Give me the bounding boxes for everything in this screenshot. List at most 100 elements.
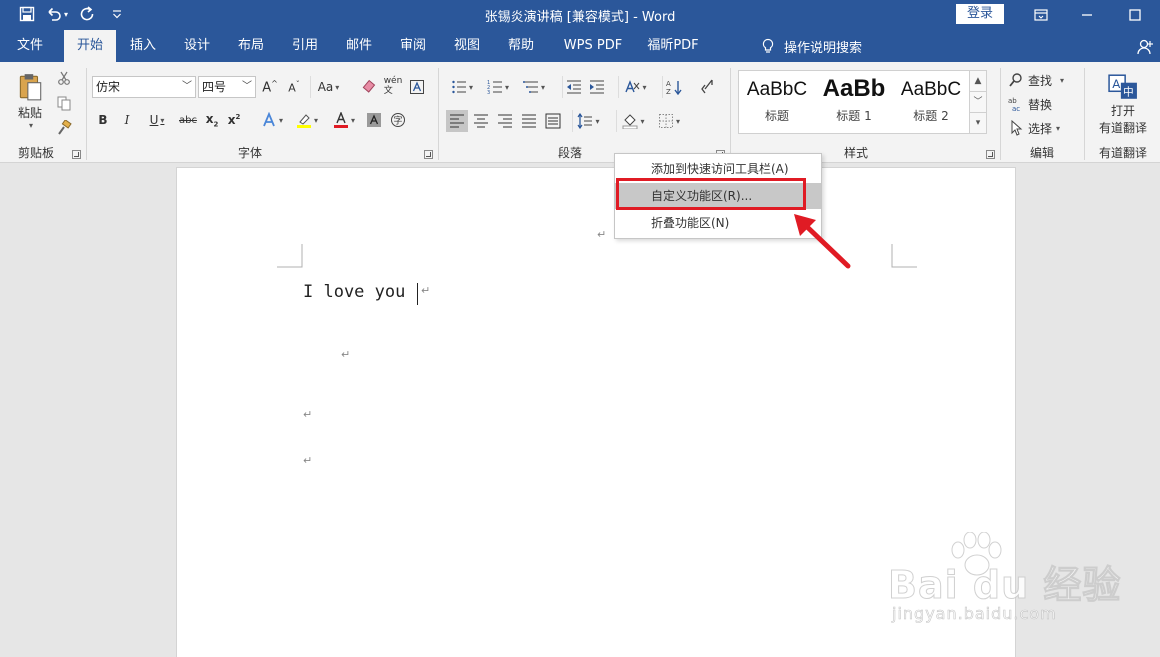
clipboard-dialog-launcher[interactable] <box>72 150 81 159</box>
shading-dropdown-icon: ▾ <box>640 116 645 126</box>
replace-button[interactable]: ab ac 替换 <box>1008 94 1074 114</box>
phonetic-guide-button[interactable]: wén 文 <box>382 74 404 98</box>
increase-indent-icon <box>590 80 604 94</box>
maximize-button[interactable] <box>1112 0 1158 30</box>
styles-dialog-launcher[interactable] <box>986 150 995 159</box>
style-heading[interactable]: AaBbC 标题 <box>739 71 815 133</box>
tab-insert[interactable]: 插入 <box>120 30 166 62</box>
open-youdao-translate-button[interactable]: A中 打开 有道翻译 <box>1092 70 1154 140</box>
character-shading-icon <box>367 113 381 127</box>
quick-access-toolbar: ▾ <box>14 3 130 25</box>
underline-button[interactable]: U ▾ <box>142 110 172 130</box>
ribbon-display-options-button[interactable] <box>1018 0 1064 30</box>
style-heading-2[interactable]: AaBbC 标题 2 <box>893 71 969 133</box>
text-effects-icon <box>263 112 275 127</box>
justify-button[interactable] <box>518 110 540 132</box>
tab-help[interactable]: 帮助 <box>498 30 544 62</box>
font-name-box[interactable]: 仿宋 ﹀ <box>92 76 196 98</box>
minimize-button[interactable] <box>1064 0 1110 30</box>
undo-button[interactable]: ▾ <box>44 3 70 25</box>
subscript-button[interactable]: x2 <box>202 110 222 130</box>
character-border-button[interactable] <box>406 76 428 98</box>
chinese-layout-button[interactable]: ▾ <box>618 76 652 98</box>
align-center-icon <box>474 114 488 128</box>
tab-mailings[interactable]: 邮件 <box>336 30 382 62</box>
undo-dropdown-icon: ▾ <box>63 9 68 19</box>
font-size-box[interactable]: 四号 ﹀ <box>198 76 256 98</box>
styles-more-button[interactable]: ▾ <box>970 113 986 134</box>
font-size-dropdown-icon: ﹀ <box>242 81 252 92</box>
align-left-button[interactable] <box>446 110 468 132</box>
decrease-indent-button[interactable] <box>562 76 584 98</box>
clipboard-group-label: 剪贴板 <box>17 146 54 160</box>
tab-wps-pdf[interactable]: WPS PDF <box>556 30 630 62</box>
text-effects-button[interactable]: ▾ <box>256 108 288 132</box>
bold-button[interactable]: B <box>94 110 112 130</box>
show-hide-marks-button[interactable] <box>696 76 718 98</box>
styles-scroll-down-button[interactable]: ﹀ <box>970 92 986 113</box>
svg-text:字: 字 <box>393 115 402 127</box>
tell-me-search[interactable]: 操作说明搜索 <box>760 30 862 62</box>
find-button[interactable]: 查找 ▾ <box>1008 70 1074 90</box>
multilevel-list-button[interactable]: ▾ <box>518 76 550 98</box>
tab-home[interactable]: 开始 <box>64 30 116 62</box>
select-button[interactable]: 选择 ▾ <box>1008 118 1074 138</box>
superscript-button[interactable]: x2 <box>224 110 244 130</box>
tab-design[interactable]: 设计 <box>174 30 220 62</box>
style-heading-1[interactable]: AaBb 标题 1 <box>816 71 892 133</box>
borders-button[interactable]: ▾ <box>652 110 686 132</box>
font-name-dropdown-icon: ﹀ <box>182 81 192 92</box>
align-right-button[interactable] <box>494 110 516 132</box>
tab-review[interactable]: 审阅 <box>390 30 436 62</box>
paste-label: 粘贴 <box>17 106 42 120</box>
align-left-icon <box>450 114 464 128</box>
login-button[interactable]: 登录 <box>956 4 1004 24</box>
tab-view[interactable]: 视图 <box>444 30 490 62</box>
document-text[interactable]: I love you <box>303 282 405 302</box>
style-heading-1-name: 标题 1 <box>836 109 872 123</box>
shading-button[interactable]: ▾ <box>616 110 650 132</box>
paintbrush-icon <box>58 120 72 135</box>
bullets-button[interactable]: ▾ <box>446 76 478 98</box>
crop-mark-top-right <box>891 244 917 268</box>
customize-qat-button[interactable] <box>104 3 130 25</box>
save-button[interactable] <box>14 3 40 25</box>
chinese-layout-dropdown-icon: ▾ <box>642 82 647 92</box>
maximize-icon <box>1129 9 1141 21</box>
redo-button[interactable] <box>74 3 100 25</box>
bullets-icon <box>452 80 466 94</box>
sort-button[interactable]: AZ <box>662 76 684 98</box>
paste-button[interactable]: 粘贴 ▾ <box>10 68 50 134</box>
character-shading-button[interactable] <box>364 110 384 130</box>
clear-formatting-button[interactable] <box>358 76 380 98</box>
tab-layout[interactable]: 布局 <box>228 30 274 62</box>
tab-references[interactable]: 引用 <box>282 30 328 62</box>
change-case-button[interactable]: Aa ▾ <box>310 76 346 98</box>
font-color-button[interactable]: ▾ <box>328 108 360 132</box>
format-painter-button[interactable] <box>54 118 74 138</box>
paragraph-mark: ↵ <box>421 284 431 297</box>
distributed-button[interactable] <box>542 110 564 132</box>
cut-button[interactable] <box>54 68 74 88</box>
font-dialog-launcher[interactable] <box>424 150 433 159</box>
shrink-font-button[interactable]: Aˇ <box>284 76 304 98</box>
share-user-icon[interactable] <box>1136 38 1154 56</box>
paste-icon <box>19 74 42 101</box>
styles-scroll-up-button[interactable]: ▲ <box>970 71 986 92</box>
strikethrough-button[interactable]: abc <box>176 110 200 130</box>
highlight-color-button[interactable]: ▾ <box>290 108 324 132</box>
line-spacing-button[interactable]: ▾ <box>572 110 604 132</box>
copy-button[interactable] <box>54 93 74 113</box>
subscript-icon: x2 <box>205 111 219 129</box>
tab-foxit-pdf[interactable]: 福昕PDF <box>640 30 706 62</box>
lightbulb-icon <box>762 38 774 53</box>
numbering-button[interactable]: 1 2 3 ▾ <box>482 76 514 98</box>
tab-file[interactable]: 文件 <box>6 30 54 62</box>
redo-icon <box>80 6 94 21</box>
phonetic-guide-icon: wén 文 <box>383 76 403 96</box>
increase-indent-button[interactable] <box>586 76 608 98</box>
italic-button[interactable]: I <box>118 110 136 130</box>
grow-font-button[interactable]: A^ <box>260 76 280 98</box>
align-center-button[interactable] <box>470 110 492 132</box>
enclose-characters-button[interactable]: 字 <box>388 110 408 130</box>
